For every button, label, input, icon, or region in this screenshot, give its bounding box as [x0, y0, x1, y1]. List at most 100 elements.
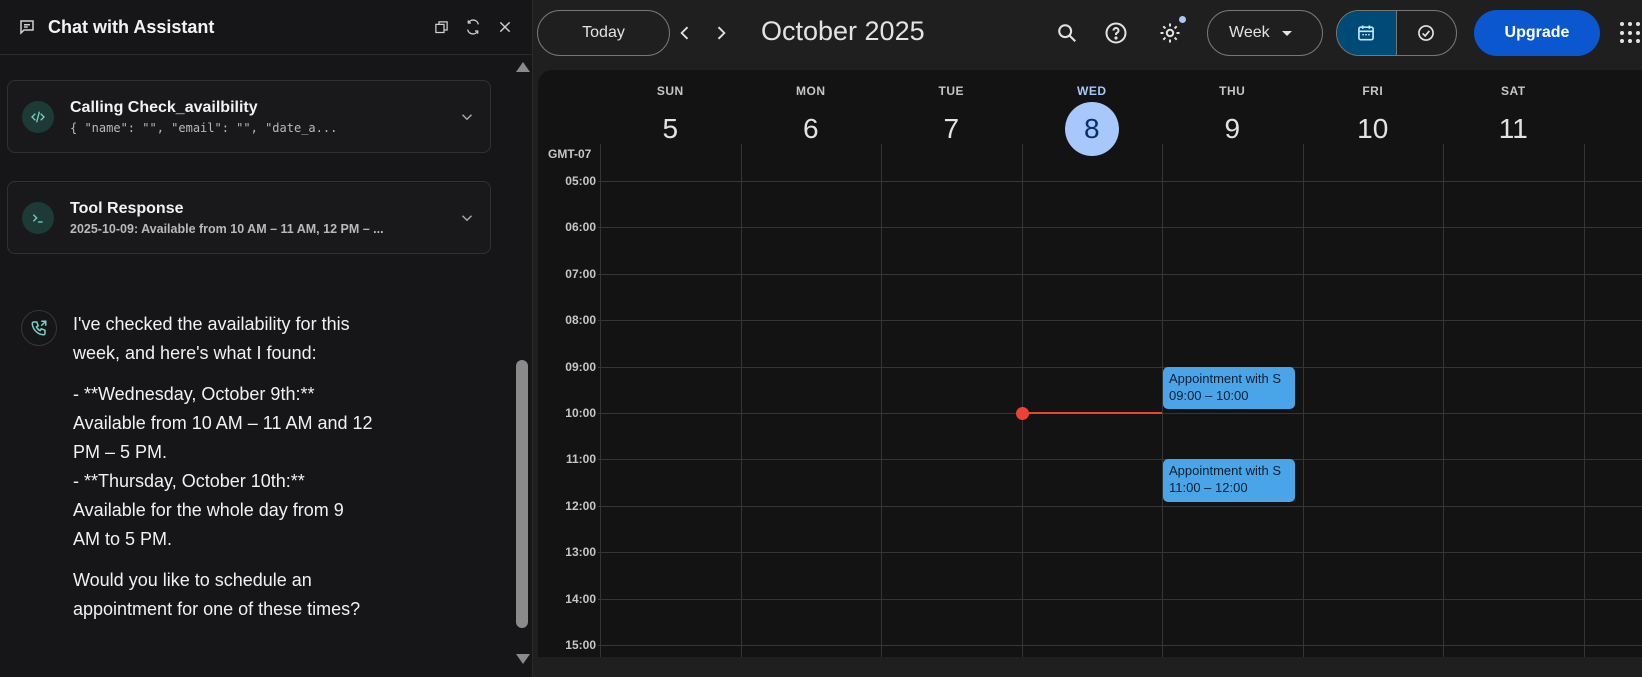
- day-number[interactable]: 6: [784, 102, 838, 156]
- hour-label: 06:00: [565, 220, 596, 235]
- chat-scrollbar[interactable]: [512, 56, 532, 666]
- day-header-mon[interactable]: MON 6: [741, 70, 882, 162]
- day-name: FRI: [1362, 84, 1384, 98]
- day-column-divider: [740, 144, 742, 657]
- week-grid: GMT-07 SUN 5 MON 6 TUE 7 WED 8 THU 9 FRI 10 SAT 11 05:…: [538, 70, 1642, 657]
- chevron-right-icon[interactable]: [709, 21, 733, 45]
- timezone-label: GMT-07: [548, 147, 592, 161]
- apps-grid-icon[interactable]: [1620, 22, 1642, 44]
- calendar-event[interactable]: Appointment with S 09:00 – 10:00: [1163, 366, 1295, 409]
- day-name: MON: [796, 84, 826, 98]
- calendar-toolbar: Today October 2025 Week Upgrade: [533, 0, 1642, 68]
- day-header-fri[interactable]: FRI 10: [1303, 70, 1444, 162]
- hour-gridline: [598, 459, 1642, 461]
- chevron-down-icon[interactable]: [458, 209, 476, 227]
- gear-icon[interactable]: [1157, 20, 1183, 46]
- hour-gridline: [598, 598, 1642, 600]
- day-number[interactable]: 11: [1486, 102, 1540, 156]
- event-time: 11:00 – 12:00: [1169, 480, 1248, 496]
- chat-messages: Calling Check_availbility { "name": "", …: [0, 56, 510, 677]
- hour-gridline: [598, 320, 1642, 322]
- terminal-icon: [22, 201, 54, 234]
- day-column-divider: [1021, 144, 1023, 657]
- day-column-divider: [1443, 144, 1444, 657]
- day-header-wed[interactable]: WED 8: [1022, 70, 1163, 162]
- day-header-sun[interactable]: SUN 5: [600, 70, 741, 162]
- month-title: October 2025: [761, 16, 925, 46]
- chevron-down-icon[interactable]: [458, 108, 476, 126]
- help-icon[interactable]: [1103, 20, 1129, 46]
- search-icon[interactable]: [1054, 20, 1080, 46]
- notification-dot: [1179, 16, 1186, 23]
- view-dropdown-label: Week: [1229, 24, 1270, 41]
- hour-label: 05:00: [565, 174, 596, 188]
- message-line: - **Wednesday, October 9th:** Available …: [73, 384, 373, 462]
- hour-gridline: [598, 552, 1642, 554]
- day-column-divider: [600, 144, 601, 657]
- hour-gridline: [598, 645, 1642, 646]
- hour-label: 07:00: [565, 266, 596, 281]
- assistant-message: I've checked the availability for this w…: [21, 310, 421, 636]
- day-column-divider: [1583, 144, 1585, 657]
- event-title: Appointment with S: [1169, 463, 1282, 479]
- scroll-down-arrow[interactable]: [516, 654, 530, 664]
- day-header-sat[interactable]: SAT 11: [1443, 70, 1584, 162]
- event-time: 09:00 – 10:00: [1169, 387, 1249, 403]
- day-name: SUN: [656, 84, 684, 98]
- event-title: Appointment with S: [1169, 370, 1282, 386]
- day-name: THU: [1219, 84, 1246, 98]
- tool-call-name: Calling Check_availbility: [70, 98, 258, 116]
- day-number[interactable]: 9: [1205, 102, 1259, 156]
- upgrade-button[interactable]: Upgrade: [1474, 10, 1600, 56]
- day-header-thu[interactable]: THU 9: [1162, 70, 1303, 162]
- view-dropdown[interactable]: Week: [1207, 10, 1323, 56]
- day-header-tue[interactable]: TUE 7: [881, 70, 1022, 162]
- message-paragraph: I've checked the availability for this w…: [73, 314, 350, 363]
- caret-down-icon: [1281, 30, 1292, 36]
- day-number[interactable]: 5: [643, 102, 697, 156]
- tool-call-args: { "name": "", "email": "", "date_a...: [70, 120, 338, 135]
- restore-window-icon[interactable]: [432, 18, 450, 36]
- day-column-divider: [881, 144, 882, 657]
- day-name: SAT: [1500, 84, 1526, 98]
- hour-label: 14:00: [565, 591, 596, 606]
- chat-bubble-icon: [18, 18, 36, 36]
- chevron-left-icon[interactable]: [673, 21, 697, 45]
- day-column-divider: [1302, 144, 1304, 657]
- code-icon: [22, 100, 54, 133]
- day-number[interactable]: 10: [1346, 102, 1400, 156]
- tool-response-summary: 2025-10-09: Available from 10 AM – 11 AM…: [70, 221, 384, 236]
- hour-label: 13:00: [565, 545, 596, 560]
- current-time-line: [1021, 412, 1162, 414]
- current-time-dot: [1015, 406, 1029, 420]
- hour-gridline: [598, 366, 1642, 368]
- day-number[interactable]: 8: [1064, 102, 1119, 156]
- scroll-up-arrow[interactable]: [516, 62, 530, 72]
- hour-label: 12:00: [565, 498, 596, 513]
- day-number[interactable]: 7: [924, 102, 978, 156]
- scroll-thumb[interactable]: [516, 360, 528, 628]
- hour-label: 09:00: [565, 359, 596, 374]
- mode-toggle: [1336, 10, 1457, 56]
- tool-response-name: Tool Response: [70, 199, 184, 217]
- phone-forward-icon: [21, 310, 57, 346]
- hour-label: 10:00: [565, 406, 596, 420]
- bottom-strip: [533, 657, 1642, 677]
- tool-call-card[interactable]: Calling Check_availbility { "name": "", …: [7, 80, 491, 153]
- calendar-mode-icon[interactable]: [1337, 11, 1397, 55]
- hour-gridline: [598, 181, 1642, 182]
- hour-label: 11:00: [565, 452, 596, 467]
- tool-response-card[interactable]: Tool Response 2025-10-09: Available from…: [7, 181, 491, 254]
- close-icon[interactable]: [496, 18, 514, 36]
- hour-gridline: [598, 273, 1642, 275]
- refresh-icon[interactable]: [464, 18, 482, 36]
- calendar-event[interactable]: Appointment with S 11:00 – 12:00: [1163, 459, 1295, 502]
- hour-label: 15:00: [565, 638, 596, 652]
- tasks-mode-icon[interactable]: [1397, 11, 1457, 55]
- day-name: TUE: [938, 84, 964, 98]
- hour-label: 08:00: [565, 313, 596, 328]
- today-button[interactable]: Today: [537, 10, 670, 56]
- chat-panel: Chat with Assistant Calling Check_availb…: [0, 0, 533, 677]
- chat-header: Chat with Assistant: [0, 0, 532, 55]
- chat-title: Chat with Assistant: [48, 16, 215, 37]
